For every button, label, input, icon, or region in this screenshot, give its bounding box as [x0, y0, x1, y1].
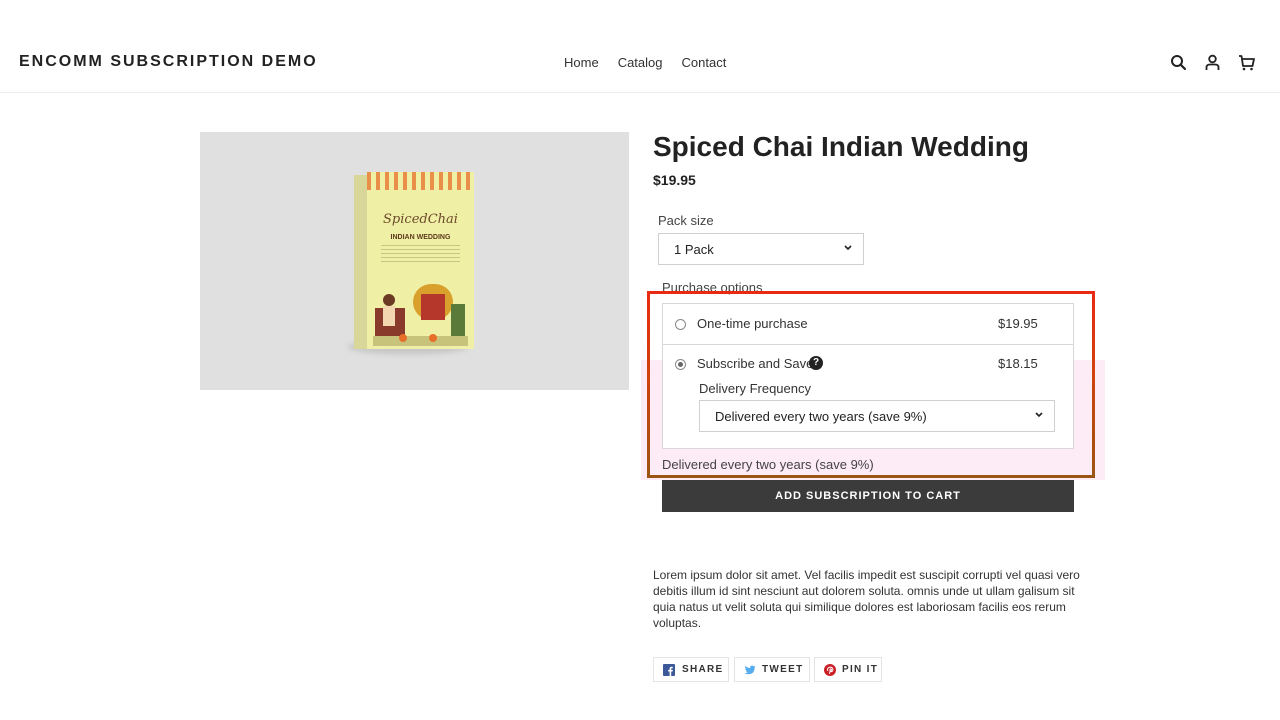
package-front: SpicedChai INDIAN WEDDING: [367, 172, 474, 349]
subscribe-radio[interactable]: [675, 359, 686, 370]
purchase-options-label: Purchase options: [662, 280, 763, 295]
nav-catalog[interactable]: Catalog: [618, 55, 663, 70]
cart-icon[interactable]: [1238, 54, 1255, 71]
one-time-label: One-time purchase: [697, 316, 808, 331]
twitter-icon: [744, 665, 756, 675]
nav-home[interactable]: Home: [564, 55, 599, 70]
package-logo: SpicedChai: [383, 212, 458, 227]
store-logo[interactable]: ENCOMM SUBSCRIPTION DEMO: [19, 53, 318, 71]
selected-plan-summary: Delivered every two years (save 9%): [662, 457, 874, 472]
delivery-frequency-label: Delivery Frequency: [699, 381, 811, 396]
share-pinterest-label: PIN IT: [842, 664, 879, 675]
package-text-lines: [381, 245, 460, 265]
share-twitter-button[interactable]: TWEET: [734, 657, 810, 682]
delivery-frequency-select[interactable]: Delivered every two years (save 9%): [699, 400, 1055, 432]
share-facebook-button[interactable]: SHARE: [653, 657, 729, 682]
nav-contact[interactable]: Contact: [682, 55, 727, 70]
header-icons: [1170, 54, 1255, 71]
share-twitter-label: TWEET: [762, 664, 804, 675]
pack-size-value: 1 Pack: [674, 242, 714, 257]
delivery-frequency-value: Delivered every two years (save 9%): [715, 409, 927, 424]
wedding-illustration: [373, 284, 468, 346]
account-icon[interactable]: [1204, 54, 1221, 71]
share-pinterest-button[interactable]: PIN IT: [814, 657, 882, 682]
subscribe-label: Subscribe and Save: [697, 356, 814, 371]
chevron-down-icon: [1035, 412, 1043, 418]
one-time-price: $19.95: [998, 316, 1038, 331]
product-title: Spiced Chai Indian Wedding: [653, 131, 1029, 162]
search-icon[interactable]: [1170, 54, 1187, 71]
product-image[interactable]: SpicedChai INDIAN WEDDING: [200, 132, 629, 390]
one-time-radio[interactable]: [675, 319, 686, 330]
add-subscription-to-cart-button[interactable]: ADD SUBSCRIPTION TO CART: [662, 480, 1074, 512]
facebook-icon: [663, 664, 675, 676]
main-nav: Home Catalog Contact: [564, 55, 726, 70]
package-subtitle: INDIAN WEDDING: [390, 234, 451, 241]
share-facebook-label: SHARE: [682, 664, 724, 675]
pack-size-select[interactable]: 1 Pack: [658, 233, 864, 265]
subscribe-price: $18.15: [998, 356, 1038, 371]
one-time-purchase-option[interactable]: One-time purchase $19.95: [663, 304, 1073, 345]
help-icon[interactable]: ?: [809, 356, 823, 370]
site-header: ENCOMM SUBSCRIPTION DEMO Home Catalog Co…: [0, 0, 1280, 93]
chevron-down-icon: [844, 245, 852, 251]
product-price: $19.95: [653, 172, 696, 188]
marigold-garland: [367, 172, 474, 190]
pinterest-icon: [824, 664, 836, 676]
pack-size-label: Pack size: [658, 213, 714, 228]
package-side: [354, 175, 367, 349]
purchase-options-group: One-time purchase $19.95 Subscribe and S…: [662, 303, 1074, 449]
product-description: Lorem ipsum dolor sit amet. Vel facilis …: [653, 568, 1080, 630]
